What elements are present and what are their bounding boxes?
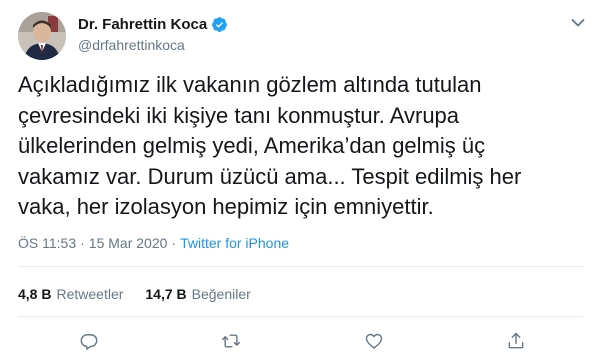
like-icon[interactable] bbox=[361, 328, 387, 354]
tweet-source-link[interactable]: Twitter for iPhone bbox=[180, 235, 289, 251]
tweet-time[interactable]: ÖS 11:53 bbox=[18, 235, 76, 251]
tweet-meta: ÖS 11:53 · 15 Mar 2020 · Twitter for iPh… bbox=[18, 235, 289, 251]
retweets-count: 4,8 B bbox=[18, 286, 52, 302]
author-handle[interactable]: @drfahrettinkoca bbox=[78, 37, 185, 53]
retweet-icon[interactable] bbox=[218, 328, 244, 354]
tweet-date[interactable]: 15 Mar 2020 bbox=[89, 235, 168, 251]
likes-count: 14,7 B bbox=[145, 286, 187, 302]
meta-separator: · bbox=[171, 235, 177, 251]
tweet-card: Dr. Fahrettin Koca @drfahrettinkoca Açık… bbox=[0, 0, 601, 362]
share-icon[interactable] bbox=[503, 328, 529, 354]
verified-badge-icon bbox=[211, 16, 228, 33]
likes-stat[interactable]: 14,7 B Beğeniler bbox=[145, 286, 250, 302]
meta-separator: · bbox=[80, 235, 85, 251]
retweets-stat[interactable]: 4,8 B Retweetler bbox=[18, 286, 123, 302]
tweet-stats: 4,8 B Retweetler 14,7 B Beğeniler bbox=[18, 286, 273, 302]
likes-label: Beğeniler bbox=[191, 286, 251, 302]
avatar[interactable] bbox=[18, 12, 66, 60]
author-name-row: Dr. Fahrettin Koca bbox=[78, 16, 228, 33]
tweet-text: Açıkladığımız ilk vakanın gözlem altında… bbox=[18, 72, 522, 220]
reply-icon[interactable] bbox=[76, 328, 102, 354]
retweets-label: Retweetler bbox=[56, 286, 124, 302]
tweet-actions bbox=[0, 326, 601, 356]
divider bbox=[18, 266, 583, 267]
divider bbox=[18, 316, 583, 317]
author-name[interactable]: Dr. Fahrettin Koca bbox=[78, 16, 207, 33]
chevron-down-icon[interactable] bbox=[569, 14, 587, 32]
